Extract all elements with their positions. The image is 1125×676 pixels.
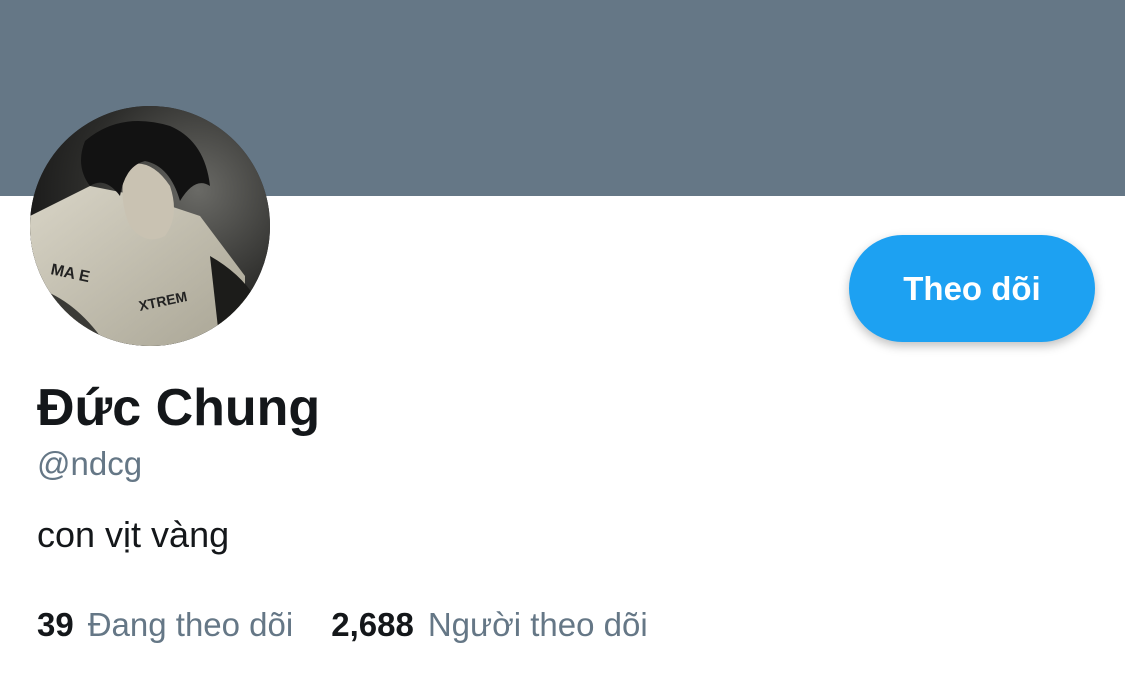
profile-avatar[interactable]: MA E XTREM <box>30 106 270 346</box>
following-label: Đang theo dõi <box>87 606 294 643</box>
following-count: 39 <box>37 606 74 643</box>
followers-stat-link[interactable]: 2,688 Người theo dõi <box>331 604 647 646</box>
follow-button[interactable]: Theo dõi <box>849 235 1095 342</box>
followers-label: Người theo dõi <box>427 606 648 643</box>
following-stat-link[interactable]: 39 Đang theo dõi <box>37 604 293 646</box>
followers-count: 2,688 <box>331 606 414 643</box>
profile-stats: 39 Đang theo dõi 2,688 Người theo dõi <box>37 604 648 646</box>
user-handle: @ndcg <box>37 445 143 482</box>
avatar-photo-icon: MA E XTREM <box>30 106 270 346</box>
profile-bio: con vịt vàng <box>37 514 230 555</box>
display-name: Đức Chung <box>37 379 321 437</box>
